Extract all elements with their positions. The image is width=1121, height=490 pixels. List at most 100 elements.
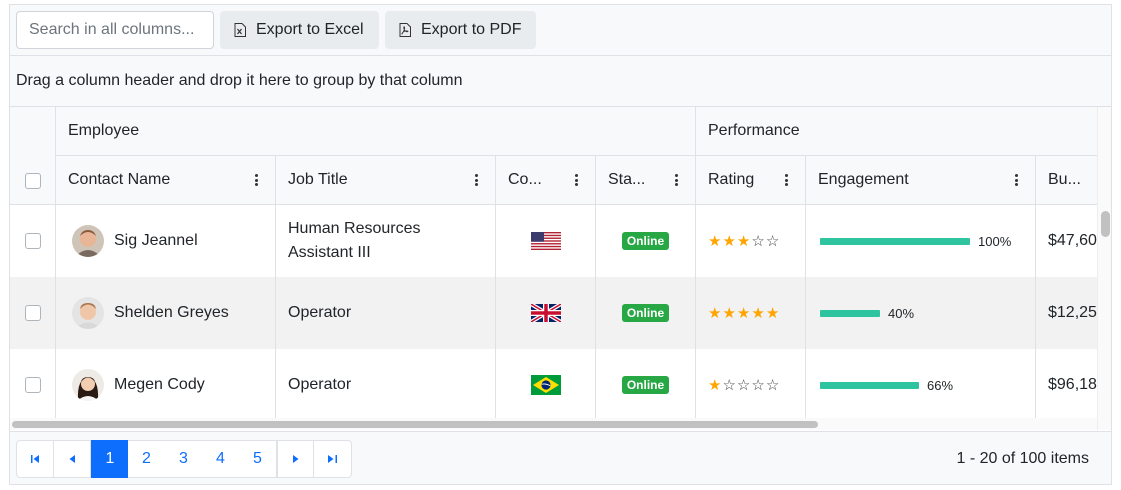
engagement-cell: 66% bbox=[806, 349, 1036, 421]
budget-cell: $96,18 bbox=[1036, 349, 1097, 421]
uk-flag-icon bbox=[530, 304, 561, 322]
status-cell: Online bbox=[596, 349, 696, 421]
rating-stars: ★ ★ ★ ☆ ☆ bbox=[708, 234, 779, 249]
column-menu-icon[interactable] bbox=[671, 172, 681, 188]
column-header-contact-name-label: Contact Name bbox=[68, 171, 171, 188]
engagement-cell: 100% bbox=[806, 205, 1036, 277]
select-all-checkbox[interactable] bbox=[24, 173, 41, 189]
budget-value: $47,60 bbox=[1048, 232, 1097, 249]
star-filled-icon: ★ bbox=[722, 232, 736, 250]
status-cell: Online bbox=[596, 277, 696, 349]
column-menu-icon[interactable] bbox=[251, 172, 261, 188]
brazil-flag-icon bbox=[530, 375, 561, 395]
row-checkbox[interactable] bbox=[24, 305, 41, 321]
horizontal-scrollbar[interactable] bbox=[10, 418, 1097, 430]
star-empty-icon: ☆ bbox=[722, 376, 736, 394]
column-header-contact-name[interactable]: Contact Name bbox=[56, 156, 276, 205]
column-menu-icon[interactable] bbox=[1011, 172, 1021, 188]
rating-stars: ★ ☆ ☆ ☆ ☆ bbox=[708, 378, 779, 393]
job-title: Human Resources Assistant III bbox=[288, 220, 421, 261]
contact-name: Megen Cody bbox=[114, 376, 205, 393]
select-all-header bbox=[10, 107, 56, 205]
star-empty-icon: ☆ bbox=[736, 376, 751, 394]
page-1-button[interactable]: 1 bbox=[91, 440, 129, 478]
column-menu-icon[interactable] bbox=[571, 172, 581, 188]
column-menu-icon[interactable] bbox=[471, 172, 481, 188]
country-cell bbox=[496, 277, 596, 349]
star-filled-icon: ★ bbox=[708, 232, 722, 250]
country-cell bbox=[496, 205, 596, 277]
column-header-job-title-label: Job Title bbox=[288, 171, 348, 188]
last-page-button[interactable] bbox=[314, 440, 352, 478]
star-empty-icon: ☆ bbox=[765, 232, 780, 250]
column-group-employee: Employee bbox=[56, 107, 696, 156]
page-3-button[interactable]: 3 bbox=[165, 440, 203, 478]
vertical-scrollbar-thumb[interactable] bbox=[1101, 211, 1110, 237]
page-5-button[interactable]: 5 bbox=[239, 440, 277, 478]
star-filled-icon: ★ bbox=[765, 304, 780, 322]
table-row[interactable]: Shelden Greyes Operator Online ★ ★ ★ ★ ★ 40% $12,… bbox=[10, 277, 1097, 349]
horizontal-scrollbar-thumb[interactable] bbox=[12, 421, 818, 428]
column-header-country[interactable]: Co... bbox=[496, 156, 596, 205]
export-excel-button[interactable]: Export to Excel bbox=[220, 11, 379, 49]
us-flag-icon bbox=[530, 232, 561, 250]
table-row[interactable]: Megen Cody Operator Online ★ ☆ ☆ ☆ ☆ 66% $96,18 bbox=[10, 349, 1097, 421]
avatar bbox=[72, 297, 104, 329]
page-4-button[interactable]: 4 bbox=[202, 440, 240, 478]
job-title-cell: Operator bbox=[276, 349, 496, 421]
previous-page-button[interactable] bbox=[54, 440, 91, 478]
row-select-cell bbox=[10, 205, 56, 277]
table-row[interactable]: Sig Jeannel Human Resources Assistant III… bbox=[10, 205, 1097, 277]
engagement-bar bbox=[820, 381, 919, 389]
excel-file-icon bbox=[234, 23, 246, 37]
budget-value: $96,18 bbox=[1048, 376, 1097, 393]
column-header-rating-label: Rating bbox=[708, 171, 755, 188]
pdf-file-icon bbox=[399, 23, 411, 37]
star-filled-icon: ★ bbox=[722, 304, 736, 322]
group-drop-panel[interactable]: Drag a column header and drop it here to… bbox=[10, 56, 1111, 107]
next-page-icon bbox=[292, 455, 298, 463]
vertical-scrollbar[interactable] bbox=[1097, 107, 1111, 430]
pager: 12345 1 - 20 of 100 items bbox=[10, 431, 1111, 484]
rating-cell: ★ ☆ ☆ ☆ ☆ bbox=[696, 349, 806, 421]
budget-cell: $47,60 bbox=[1036, 205, 1097, 277]
rating-cell: ★ ★ ★ ★ ★ bbox=[696, 277, 806, 349]
column-header-job-title[interactable]: Job Title bbox=[276, 156, 496, 205]
contact-name-cell: Sig Jeannel bbox=[56, 205, 276, 277]
column-header-engagement-label: Engagement bbox=[818, 171, 909, 188]
engagement-percent: 100% bbox=[978, 233, 1012, 249]
engagement-bar bbox=[820, 309, 880, 317]
status-badge: Online bbox=[621, 304, 670, 322]
column-header-engagement[interactable]: Engagement bbox=[806, 156, 1036, 205]
column-group-performance: Performance bbox=[696, 107, 1097, 156]
column-header-rating[interactable]: Rating bbox=[696, 156, 806, 205]
contact-name: Sig Jeannel bbox=[114, 232, 198, 249]
job-title: Operator bbox=[288, 304, 352, 321]
row-checkbox[interactable] bbox=[24, 377, 41, 393]
status-badge: Online bbox=[621, 376, 670, 394]
page-2-button[interactable]: 2 bbox=[128, 440, 166, 478]
search-input[interactable] bbox=[16, 11, 214, 49]
star-filled-icon: ★ bbox=[736, 304, 751, 322]
star-empty-icon: ☆ bbox=[765, 376, 780, 394]
engagement-cell: 40% bbox=[806, 277, 1036, 349]
row-select-cell bbox=[10, 349, 56, 421]
column-menu-icon[interactable] bbox=[781, 172, 791, 188]
next-page-button[interactable] bbox=[277, 440, 314, 478]
export-pdf-label: Export to PDF bbox=[421, 21, 522, 38]
group-panel-hint: Drag a column header and drop it here to… bbox=[16, 72, 463, 89]
row-checkbox[interactable] bbox=[24, 233, 41, 249]
star-empty-icon: ☆ bbox=[751, 376, 765, 394]
rating-cell: ★ ★ ★ ☆ ☆ bbox=[696, 205, 806, 277]
contact-name-cell: Shelden Greyes bbox=[56, 277, 276, 349]
star-filled-icon: ★ bbox=[708, 304, 722, 322]
export-pdf-button[interactable]: Export to PDF bbox=[385, 11, 536, 49]
previous-page-icon bbox=[69, 455, 75, 463]
pager-info: 1 - 20 of 100 items bbox=[956, 450, 1089, 467]
column-header-budget[interactable]: Bu... bbox=[1036, 156, 1097, 205]
first-page-button[interactable] bbox=[16, 440, 54, 478]
column-header-country-label: Co... bbox=[508, 171, 542, 188]
job-title: Operator bbox=[288, 376, 352, 393]
last-page-icon bbox=[328, 455, 337, 463]
column-header-status[interactable]: Sta... bbox=[596, 156, 696, 205]
